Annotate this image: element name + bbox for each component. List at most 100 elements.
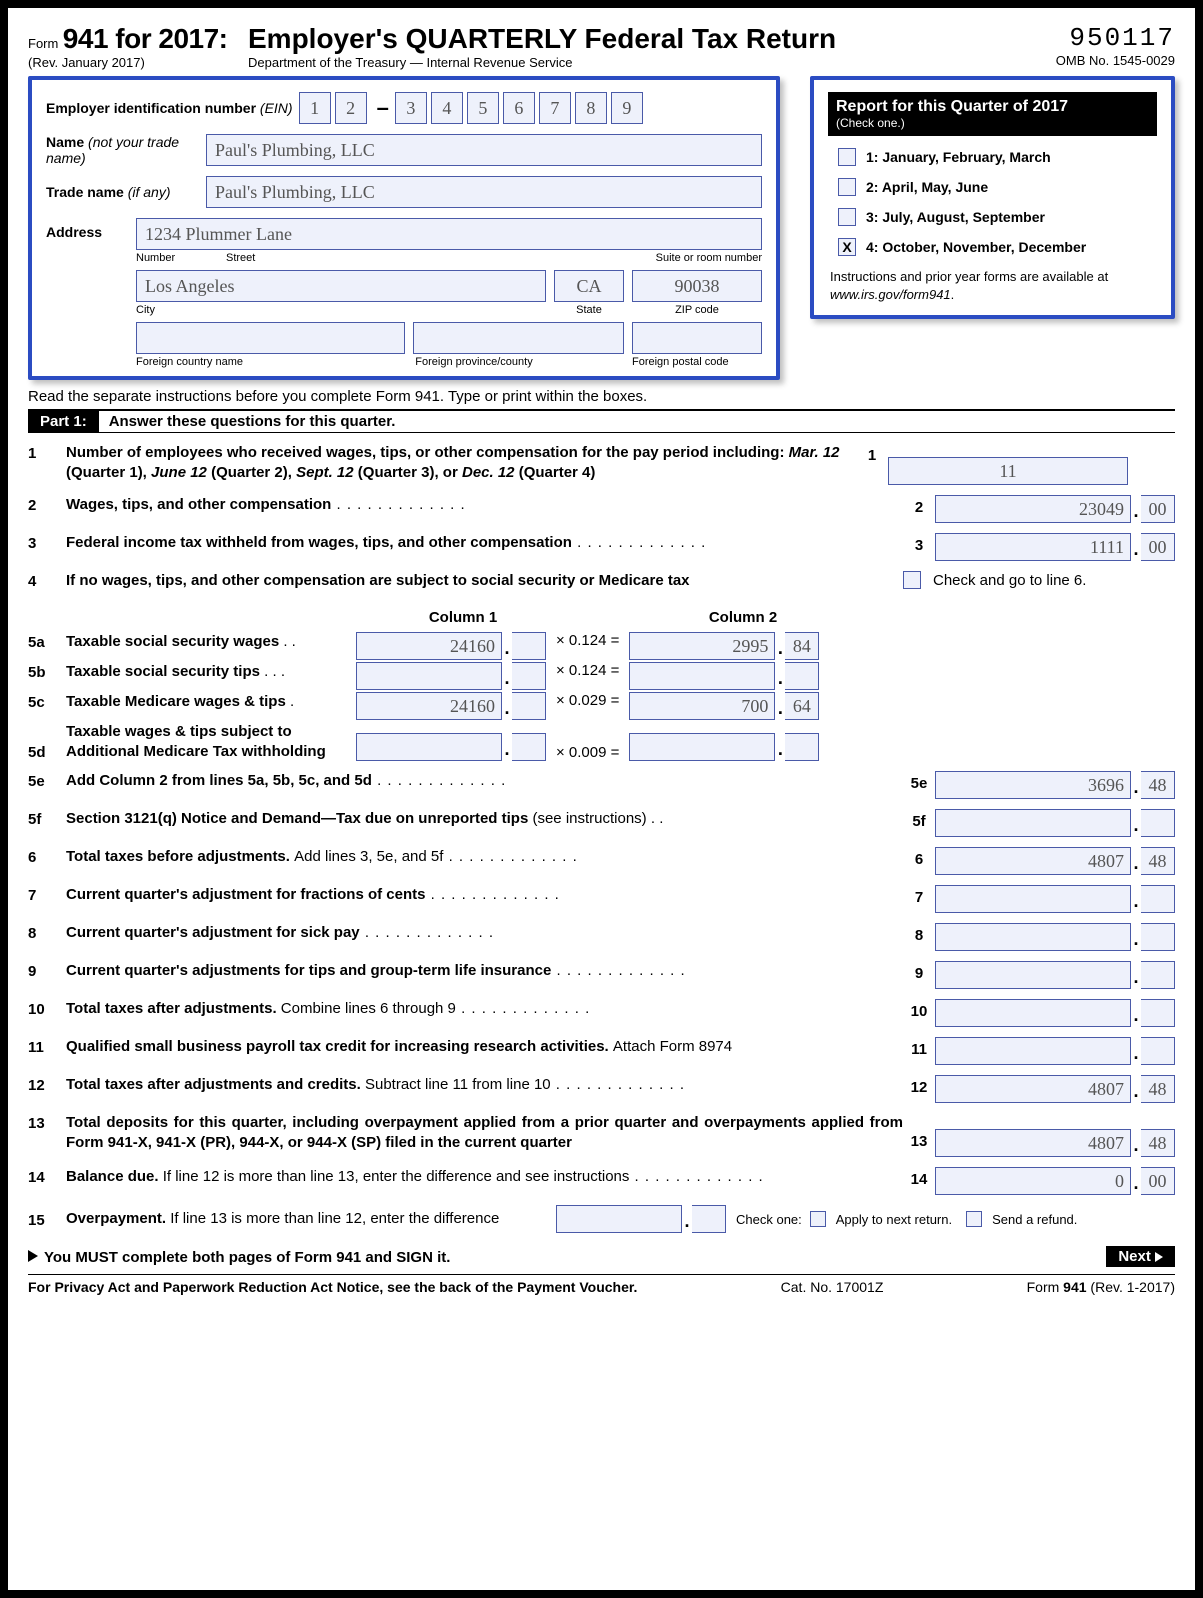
quarter-2-checkbox[interactable] [838,178,856,196]
line12-cents[interactable]: 48 [1141,1075,1175,1103]
line15-dollars[interactable] [556,1205,682,1233]
line3-cents[interactable]: 00 [1141,533,1175,561]
fprov-input[interactable] [413,322,624,354]
line3-num: 3 [28,533,66,552]
line5a-col1-cents[interactable] [512,632,546,660]
ein-d7[interactable]: 7 [539,92,571,124]
line2-dollars[interactable]: 23049 [935,495,1131,523]
line5c-num: 5c [28,692,66,711]
line5e-txt: Add Column 2 from lines 5a, 5b, 5c, and … [66,771,903,791]
line5f-cents[interactable] [1141,809,1175,837]
line13-cents[interactable]: 48 [1141,1129,1175,1157]
line7-dollars[interactable] [935,885,1131,913]
line10-cents[interactable] [1141,999,1175,1027]
quarter-3-label: 3: July, August, September [866,209,1045,225]
state-input[interactable]: CA [554,270,624,302]
zip-input[interactable]: 90038 [632,270,762,302]
line5b-col2-cents[interactable] [785,662,819,690]
trade-hint: (if any) [128,184,171,200]
line5d-col2-cents[interactable] [785,733,819,761]
line5e-dollars[interactable]: 3696 [935,771,1131,799]
line3-dollars[interactable]: 1111 [935,533,1131,561]
line5d-col2[interactable] [629,733,775,761]
line5d-col1[interactable] [356,733,502,761]
sublbl-city: City [136,304,546,316]
line5b-col1[interactable] [356,662,502,690]
line11-dollars[interactable] [935,1037,1131,1065]
line5f-num: 5f [28,809,66,828]
ein-d5[interactable]: 5 [467,92,499,124]
ein-d3[interactable]: 3 [395,92,427,124]
revision: (Rev. January 2017) [28,55,248,70]
line12-dollars[interactable]: 4807 [935,1075,1131,1103]
line15-refund-checkbox[interactable] [966,1211,982,1227]
street-input[interactable]: 1234 Plummer Lane [136,218,762,250]
line5b-col1-cents[interactable] [512,662,546,690]
line5a-col2-cents[interactable]: 84 [785,632,819,660]
line5f-dollars[interactable] [935,809,1131,837]
line5a-col1[interactable]: 24160 [356,632,502,660]
ein-d4[interactable]: 4 [431,92,463,124]
col2-hdr: Column 2 [648,609,838,626]
fcountry-input[interactable] [136,322,405,354]
form-title: Employer's QUARTERLY Federal Tax Return [248,23,1056,55]
line5c-col1-cents[interactable] [512,692,546,720]
ein-d6[interactable]: 6 [503,92,535,124]
quarter-note-3: . [951,287,955,302]
line8-dollars[interactable] [935,923,1131,951]
quarter-1-checkbox[interactable] [838,148,856,166]
ein-d1[interactable]: 1 [299,92,331,124]
line6-cents[interactable]: 48 [1141,847,1175,875]
foot-rev: (Rev. 1-2017) [1087,1279,1175,1295]
ein-d9[interactable]: 9 [611,92,643,124]
quarter-box: Report for this Quarter of 2017(Check on… [810,76,1175,319]
line13-dollars[interactable]: 4807 [935,1129,1131,1157]
ein-d2[interactable]: 2 [335,92,367,124]
line6-dollars[interactable]: 4807 [935,847,1131,875]
line10-dollars[interactable] [935,999,1131,1027]
fpost-input[interactable] [632,322,762,354]
line11-num: 11 [28,1037,66,1056]
name-input[interactable]: Paul's Plumbing, LLC [206,134,762,166]
next-button[interactable]: Next [1106,1246,1175,1267]
line5c-col1[interactable]: 24160 [356,692,502,720]
line11-txt: Qualified small business payroll tax cre… [66,1037,903,1057]
line4-checkbox[interactable] [903,571,921,589]
line7-txt: Current quarter's adjustment for fractio… [66,885,903,905]
line15-cents[interactable] [692,1205,726,1233]
city-input[interactable]: Los Angeles [136,270,546,302]
line5c-col2-cents[interactable]: 64 [785,692,819,720]
line5d-col1-cents[interactable] [512,733,546,761]
line5b-col2[interactable] [629,662,775,690]
triangle-icon [28,1250,38,1262]
ein-d8[interactable]: 8 [575,92,607,124]
line5c-col2[interactable]: 700 [629,692,775,720]
quarter-3-checkbox[interactable] [838,208,856,226]
line8-cents[interactable] [1141,923,1175,951]
line14-txt: Balance due. If line 12 is more than lin… [66,1167,903,1187]
form-word: Form [28,36,58,51]
trade-input[interactable]: Paul's Plumbing, LLC [206,176,762,208]
line7-cents[interactable] [1141,885,1175,913]
foot-form: Form [1027,1279,1064,1295]
line5e-cents[interactable]: 48 [1141,771,1175,799]
line1-num: 1 [28,443,66,462]
line14-dollars[interactable]: 0 [935,1167,1131,1195]
sublbl-number: Number [136,252,226,264]
line14-cents[interactable]: 00 [1141,1167,1175,1195]
instructions-note: Read the separate instructions before yo… [28,388,1175,405]
line11-cents[interactable] [1141,1037,1175,1065]
quarter-4-checkbox[interactable]: X [838,238,856,256]
line2-cents[interactable]: 00 [1141,495,1175,523]
line15-apply-checkbox[interactable] [810,1211,826,1227]
line5a-col2[interactable]: 2995 [629,632,775,660]
line1-value[interactable]: 11 [888,457,1128,485]
quarter-url: www.irs.gov/form941 [830,287,951,302]
line9-txt: Current quarter's adjustments for tips a… [66,961,903,981]
line5b-mult: × 0.124 = [546,662,629,679]
line3-rnum: 3 [903,533,935,554]
line9-dollars[interactable] [935,961,1131,989]
sublbl-zip: ZIP code [632,304,762,316]
privacy-notice: For Privacy Act and Paperwork Reduction … [28,1279,637,1295]
line9-cents[interactable] [1141,961,1175,989]
